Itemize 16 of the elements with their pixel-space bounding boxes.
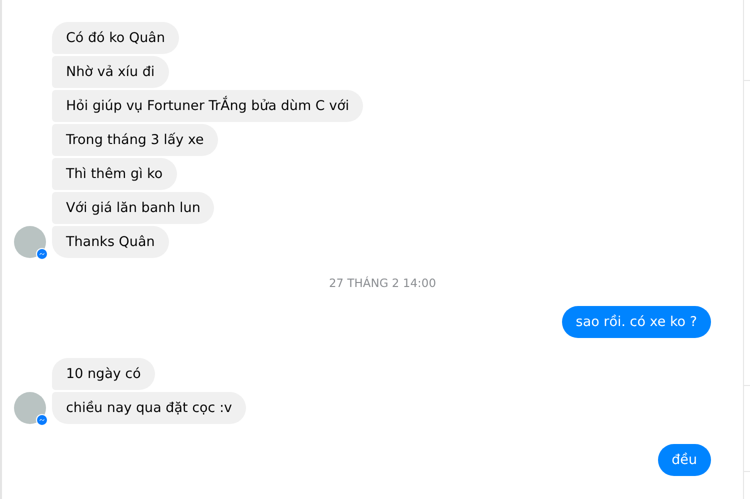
received-message: Thanks Quân [52, 226, 169, 258]
received-message: Trong tháng 3 lấy xe [52, 124, 218, 156]
sent-message: đều [658, 444, 711, 476]
timestamp: 27 THÁNG 2 14:00 [328, 276, 438, 290]
avatar-photo [14, 392, 46, 424]
received-message: Có đó ko Quân [52, 22, 179, 54]
received-message: 10 ngày có [52, 358, 155, 390]
received-message: chiều nay qua đặt cọc :v [52, 392, 246, 424]
sent-message: sao rồi. có xe ko ? [562, 306, 711, 338]
received-message: Hỏi giúp vụ Fortuner TrẮng bửa dùm C với [52, 90, 364, 122]
received-message: Nhờ vả xíu đi [52, 56, 169, 88]
chat-badge-icon [36, 414, 48, 426]
avatar-photo [14, 226, 46, 258]
chat-badge-icon [36, 248, 48, 260]
received-message: Với giá lăn banh lun [52, 192, 214, 224]
received-message: Thì thêm gì ko [52, 158, 177, 190]
